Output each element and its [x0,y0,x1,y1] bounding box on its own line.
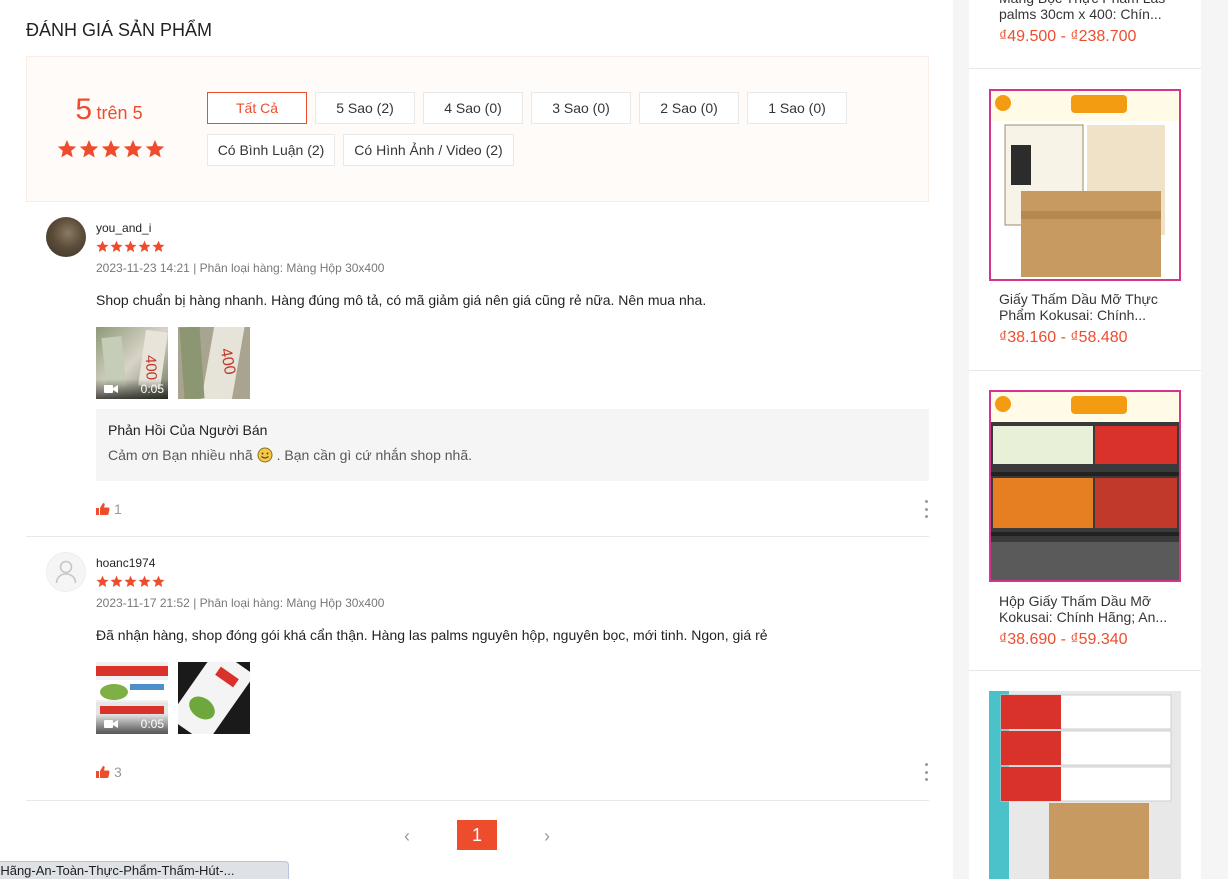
filter-4-star[interactable]: 4 Sao (0) [423,92,523,124]
filter-3-star[interactable]: 3 Sao (0) [531,92,631,124]
star-icon [124,575,137,587]
avatar[interactable] [46,552,86,592]
star-icon [101,140,121,158]
product-image-art [991,91,1179,279]
filter-5-star[interactable]: 5 Sao (2) [315,92,415,124]
seller-reply-text: Cảm ơn Bạn nhiều nhã . Bạn cần gì cứ nhắ… [108,447,917,463]
svg-text:400: 400 [142,355,160,381]
product-name: Màng Bọc Thực Phẩm Las palms 30cm x 400:… [999,0,1165,22]
product-reviews-panel: ĐÁNH GIÁ SẢN PHẨM 5 trên 5 Tất Cả 5 Sao … [0,0,953,879]
star-icon [57,140,77,158]
score-suffix: trên 5 [96,103,143,123]
star-icon [110,240,123,252]
review-username: you_and_i [96,221,152,235]
next-page-button[interactable]: › [527,820,567,852]
score-value: 5 [75,93,93,126]
product-image [989,691,1181,879]
review-photo-image: 400 [178,327,250,399]
rating-overview: 5 trên 5 Tất Cả 5 Sao (2) 4 Sao (0) 3 Sa… [26,56,929,202]
review-video-thumbnail[interactable]: 400 0:05 [96,327,168,399]
product-price: ₫49.500 - ₫238.700 [999,28,1137,45]
pagination: ‹ 1 › [0,820,953,852]
section-title: ĐÁNH GIÁ SẢN PHẨM [26,20,213,40]
star-icon [96,575,109,587]
filter-with-comment[interactable]: Có Bình Luận (2) [207,134,335,166]
product-name: Giấy Thấm Dầu Mỡ Thực Phẩm Kokusai: Chín… [999,291,1158,323]
user-placeholder-icon [55,560,77,584]
review-photo-image [178,662,250,734]
like-count: 1 [114,501,122,517]
review-content: Shop chuẩn bị hàng nhanh. Hàng đúng mô t… [96,292,707,308]
filter-1-star[interactable]: 1 Sao (0) [747,92,847,124]
video-duration-bar: 0:05 [96,714,168,734]
star-icon [152,575,165,587]
avatar[interactable] [46,217,86,257]
smile-emoji-icon [257,447,273,463]
product-card[interactable]: Giấy Thấm Dầu Mỡ Thực Phẩm Kokusai: Chín… [969,69,1201,371]
score-stars [57,139,165,159]
like-button[interactable]: 3 [96,764,122,780]
star-icon [138,575,151,587]
thumbs-up-icon [96,503,110,515]
like-button[interactable]: 1 [96,501,122,517]
star-icon [124,240,137,252]
status-url-text: -Hãng-An-Toàn-Thực-Phẩm-Thấm-Hút-... [0,863,235,878]
like-count: 3 [114,764,122,780]
video-camera-icon [104,385,118,393]
filter-all[interactable]: Tất Cả [207,92,307,124]
review-video-thumbnail[interactable]: 0:05 [96,662,168,734]
product-image-art [991,392,1179,580]
star-icon [96,240,109,252]
review-item: hoanc1974 2023-11-17 21:52 | Phân loại h… [26,552,929,801]
star-icon [138,240,151,252]
product-card[interactable]: Hộp Giấy Thấm Dầu Mỡ Kokusai: Chính Hãng… [969,371,1201,671]
product-card[interactable] [969,671,1201,879]
average-score: 5 trên 5 [57,93,161,127]
video-duration-bar: 0:05 [96,379,168,399]
star-icon [110,575,123,587]
seller-reply-text-after: . Bạn cần gì cứ nhắn shop nhã. [276,447,473,463]
video-duration: 0:05 [140,382,164,396]
seller-reply: Phản Hồi Của Người Bán Cảm ơn Bạn nhiều … [96,409,929,481]
video-camera-icon [104,720,118,728]
star-icon [79,140,99,158]
similar-products-sidebar: Màng Bọc Thực Phẩm Las palms 30cm x 400:… [969,0,1201,879]
product-image-art [989,691,1181,879]
filter-2-star[interactable]: 2 Sao (0) [639,92,739,124]
thumbs-up-icon [96,766,110,778]
review-meta: 2023-11-17 21:52 | Phân loại hàng: Màng … [96,596,385,610]
star-icon [152,240,165,252]
page-number-current[interactable]: 1 [457,820,497,850]
more-options-icon[interactable] [923,500,929,518]
review-photo-thumbnail[interactable]: 400 [178,327,250,399]
product-price: ₫38.690 - ₫59.340 [999,631,1128,648]
product-price: ₫38.160 - ₫58.480 [999,329,1128,346]
star-icon [145,140,165,158]
more-options-icon[interactable] [923,763,929,781]
product-card[interactable]: Màng Bọc Thực Phẩm Las palms 30cm x 400:… [969,0,1201,69]
review-stars [96,575,165,588]
product-image [989,390,1181,582]
review-content: Đã nhận hàng, shop đóng gói khá cẩn thận… [96,627,768,643]
review-meta: 2023-11-23 14:21 | Phân loại hàng: Màng … [96,261,385,275]
product-name: Hộp Giấy Thấm Dầu Mỡ Kokusai: Chính Hãng… [999,593,1168,625]
video-duration: 0:05 [140,717,164,731]
prev-page-button[interactable]: ‹ [387,820,427,852]
seller-reply-title: Phản Hồi Của Người Bán [108,422,268,438]
seller-reply-text-before: Cảm ơn Bạn nhiều nhã [108,447,253,463]
review-item: you_and_i 2023-11-23 14:21 | Phân loại h… [26,217,929,537]
review-stars [96,240,165,253]
product-image [989,89,1181,281]
review-username: hoanc1974 [96,556,156,570]
status-bar-url: -Hãng-An-Toàn-Thực-Phẩm-Thấm-Hút-... [0,861,289,879]
star-icon [123,140,143,158]
review-photo-thumbnail[interactable] [178,662,250,734]
filter-with-media[interactable]: Có Hình Ảnh / Video (2) [343,134,514,166]
